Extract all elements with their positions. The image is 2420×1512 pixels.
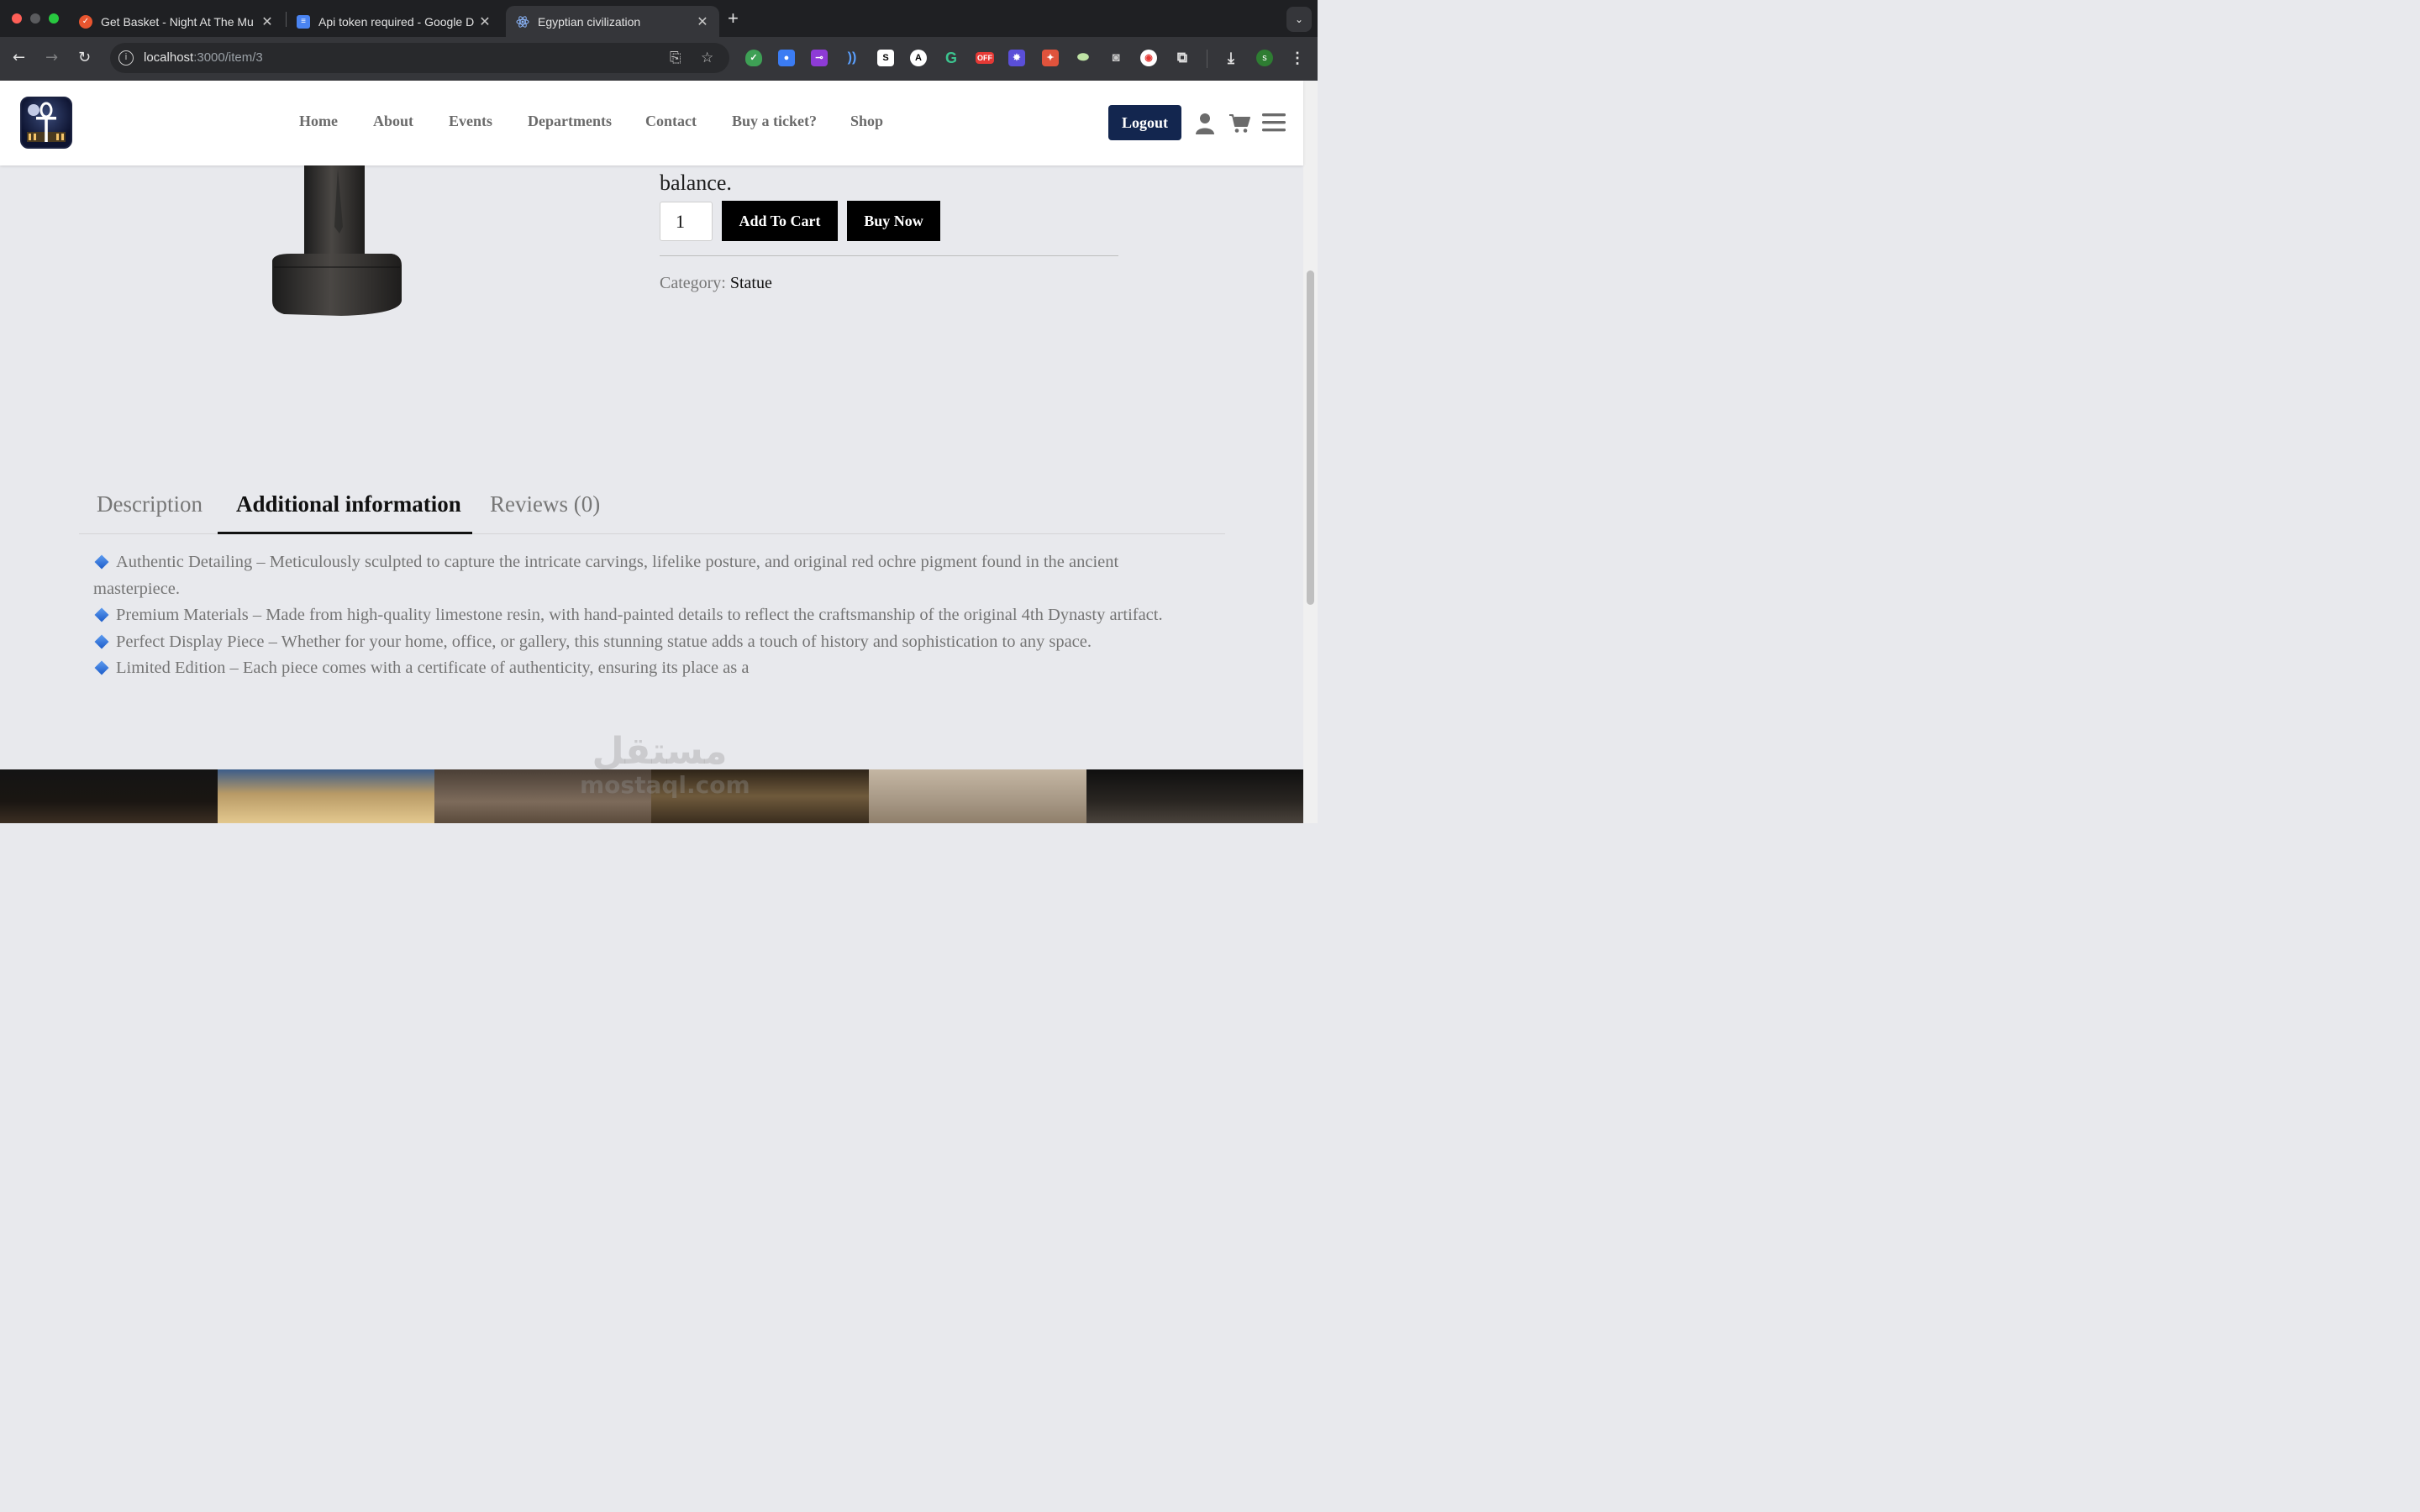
download-icon[interactable]: ⤓ (1223, 50, 1239, 66)
nav-about[interactable]: About (373, 113, 449, 130)
user-icon[interactable] (1195, 113, 1215, 139)
browser-tab-google-docs[interactable]: ≡ Api token required - Google D ✕ (287, 6, 502, 37)
wave-extension-icon[interactable]: )) (844, 50, 860, 66)
quantity-input[interactable] (660, 202, 713, 241)
list-item: Premium Materials – Made from high-quali… (93, 602, 1202, 629)
product-description-tail: balance. (660, 171, 732, 195)
new-tab-icon[interactable]: + (728, 8, 739, 29)
reload-icon[interactable]: ↻ (78, 49, 91, 66)
hamburger-menu-icon[interactable] (1262, 113, 1286, 136)
leaf-extension-icon[interactable]: ⬬ (1075, 50, 1092, 66)
category-link[interactable]: Statue (730, 274, 772, 292)
bookmark-star-icon[interactable]: ☆ (701, 50, 713, 66)
tab-reviews[interactable]: Reviews (0) (490, 487, 600, 534)
divider (660, 255, 1118, 256)
react-favicon-icon (516, 15, 529, 29)
tab-title: Egyptian civilization (538, 14, 641, 29)
blue-diamond-icon (94, 634, 109, 649)
s-extension-icon[interactable]: S (877, 50, 894, 66)
nav-buy-ticket[interactable]: Buy a ticket? (732, 113, 850, 130)
product-tabs: Description Additional information Revie… (79, 487, 1225, 534)
gallery-image[interactable] (218, 769, 434, 823)
category-label: Category: (660, 274, 726, 292)
grammarly-extension-icon[interactable]: G (943, 50, 960, 66)
window-zoom-button[interactable] (49, 13, 59, 24)
blue-diamond-icon (94, 660, 109, 675)
tab-title: Get Basket - Night At The Mu (101, 14, 254, 29)
extensions-puzzle-icon[interactable]: ⧉ (1174, 50, 1191, 66)
drop-extension-icon[interactable]: ● (778, 50, 795, 66)
camera-extension-icon[interactable]: ◙ (1107, 50, 1124, 66)
page-scrollbar[interactable] (1303, 81, 1318, 823)
browser-tab-strip: ✓ Get Basket - Night At The Mu ✕ ≡ Api t… (0, 0, 1318, 37)
site-header: Home About Events Departments Contact Bu… (0, 81, 1303, 165)
watermark: مستقل mostaql.com (580, 730, 750, 799)
address-bar[interactable]: i localhost:3000/item/3 ⎘ ☆ (110, 43, 729, 73)
tab-title: Api token required - Google D (318, 14, 474, 29)
address-url[interactable]: localhost:3000/item/3 (144, 50, 263, 65)
site-info-icon[interactable]: i (118, 50, 134, 66)
tab-additional-information[interactable]: Additional information (218, 487, 472, 534)
key-extension-icon[interactable]: ⊸ (811, 50, 828, 66)
gallery-image[interactable] (1086, 769, 1303, 823)
product-category: Category: Statue (660, 274, 772, 293)
gear-extension-icon[interactable]: ✸ (1008, 50, 1025, 66)
blue-diamond-icon (94, 554, 109, 570)
blue-diamond-icon (94, 607, 109, 622)
shield-extension-icon[interactable]: ✓ (745, 50, 762, 66)
browser-tab-egyptian[interactable]: Egyptian civilization ✕ (506, 6, 719, 37)
close-tab-icon[interactable]: ✕ (696, 13, 709, 30)
install-app-icon[interactable]: ⎘ (670, 50, 681, 66)
a-extension-icon[interactable]: A (910, 50, 927, 66)
list-item: Perfect Display Piece – Whether for your… (93, 629, 1202, 656)
list-item: Limited Edition – Each piece comes with … (93, 655, 1202, 682)
main-nav: Home About Events Departments Contact Bu… (299, 113, 883, 130)
tab-search-chevron-icon[interactable]: ⌄ (1286, 7, 1312, 32)
close-tab-icon[interactable]: ✕ (260, 13, 274, 30)
nav-events[interactable]: Events (449, 113, 528, 130)
list-item: Authentic Detailing – Meticulously sculp… (93, 553, 1119, 598)
nav-shop[interactable]: Shop (850, 113, 883, 130)
puzzle-red-extension-icon[interactable]: ✦ (1042, 50, 1059, 66)
off-badge-extension-icon[interactable]: OFF (976, 52, 994, 64)
back-arrow-icon[interactable]: ← (13, 49, 25, 66)
browser-tab-basket[interactable]: ✓ Get Basket - Night At The Mu ✕ (69, 6, 284, 37)
cart-icon[interactable] (1228, 113, 1250, 138)
logout-button[interactable]: Logout (1108, 105, 1181, 140)
basket-favicon-icon: ✓ (79, 14, 92, 29)
window-close-button[interactable] (12, 13, 22, 24)
ankh-logo[interactable] (20, 97, 72, 149)
scrollbar-thumb[interactable] (1307, 270, 1314, 605)
tab-description[interactable]: Description (97, 487, 203, 534)
gallery-image[interactable] (869, 769, 1086, 823)
browser-toolbar: ← → ↻ i localhost:3000/item/3 ⎘ ☆ ✓ ● ⊸ … (0, 37, 1318, 81)
record-extension-icon[interactable]: ◉ (1140, 50, 1157, 66)
nav-departments[interactable]: Departments (528, 113, 645, 130)
close-tab-icon[interactable]: ✕ (478, 13, 492, 30)
add-to-cart-button[interactable]: Add To Cart (722, 201, 838, 241)
additional-information-list: Authentic Detailing – Meticulously sculp… (93, 549, 1202, 682)
google-docs-favicon-icon: ≡ (297, 14, 310, 29)
buy-now-button[interactable]: Buy Now (847, 201, 940, 241)
browser-menu-kebab-icon[interactable]: ⋮ (1289, 50, 1306, 66)
profile-avatar[interactable]: s (1256, 50, 1273, 66)
nav-contact[interactable]: Contact (645, 113, 732, 130)
window-minimize-button[interactable] (30, 13, 40, 24)
nav-home[interactable]: Home (299, 113, 373, 130)
gallery-image[interactable] (0, 769, 218, 823)
forward-arrow-icon[interactable]: → (45, 49, 58, 66)
